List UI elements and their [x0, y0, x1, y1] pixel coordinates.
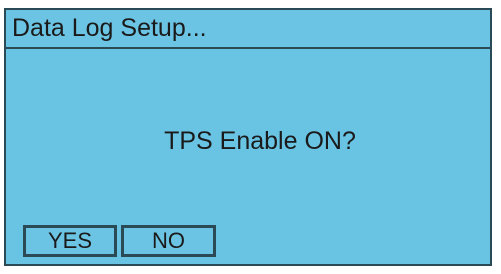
- confirm-prompt: TPS Enable ON?: [164, 127, 356, 155]
- title-bar: Data Log Setup...: [6, 10, 490, 49]
- dialog-frame: Data Log Setup... TPS Enable ON? YES NO: [4, 8, 492, 266]
- lcd-screen: Data Log Setup... TPS Enable ON? YES NO: [0, 0, 501, 274]
- no-button[interactable]: NO: [121, 225, 216, 257]
- yes-button[interactable]: YES: [23, 225, 117, 257]
- dialog-title: Data Log Setup...: [12, 14, 207, 42]
